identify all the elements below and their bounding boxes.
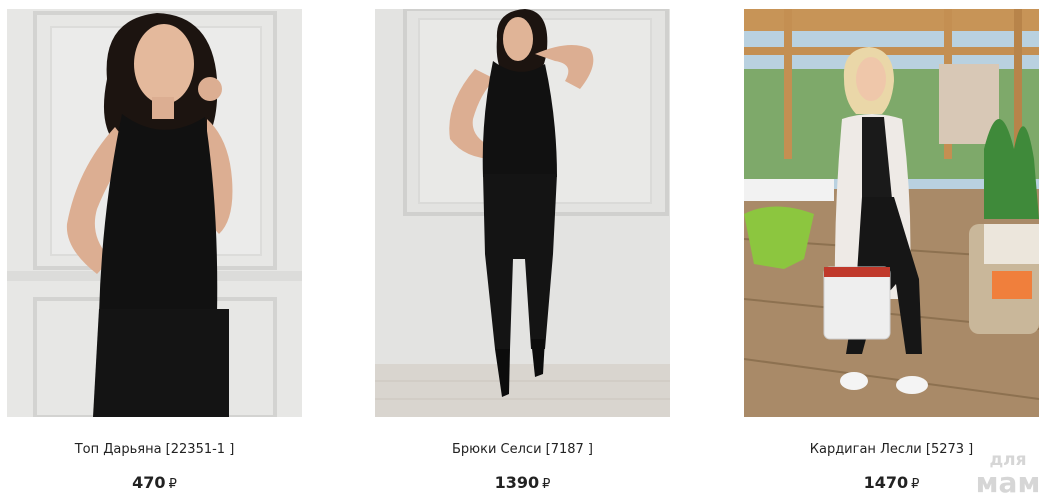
product-photo[interactable] [744, 9, 1039, 417]
currency-symbol: ₽ [911, 477, 920, 492]
product-price: 1390 ₽ [375, 473, 670, 492]
product-title[interactable]: Брюки Селси [7187 ] [375, 442, 670, 457]
product-card-top[interactable]: Топ Дарьяна [22351-1 ] 470 ₽ [7, 9, 302, 501]
site-watermark: для мам [973, 452, 1043, 497]
currency-symbol: ₽ [542, 477, 551, 492]
price-value: 1470 [863, 473, 909, 492]
product-price: 470 ₽ [7, 473, 302, 492]
price-value: 1390 [494, 473, 540, 492]
product-photo[interactable] [375, 9, 670, 417]
product-card-cardigan[interactable]: Кардиган Лесли [5273 ] 1470 ₽ [744, 9, 1039, 501]
product-photo[interactable] [7, 9, 302, 417]
watermark-line-2: мам [975, 466, 1041, 499]
product-title[interactable]: Топ Дарьяна [22351-1 ] [7, 442, 302, 457]
product-grid: Топ Дарьяна [22351-1 ] 470 ₽ Брюки Селси… [0, 0, 1053, 501]
currency-symbol: ₽ [168, 477, 177, 492]
product-card-trousers[interactable]: Брюки Селси [7187 ] 1390 ₽ [375, 9, 670, 501]
price-value: 470 [132, 473, 166, 492]
